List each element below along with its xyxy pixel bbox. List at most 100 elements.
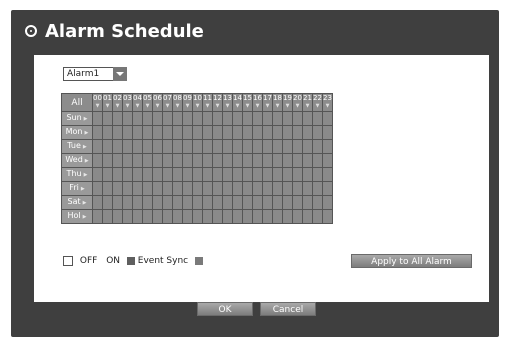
schedule-cell[interactable] [203, 126, 212, 139]
schedule-cell[interactable] [173, 154, 182, 167]
schedule-cell[interactable] [143, 168, 152, 181]
schedule-cell[interactable] [133, 112, 142, 125]
schedule-cell[interactable] [283, 210, 292, 223]
hour-header-17[interactable]: 17 ▼ [263, 94, 272, 111]
schedule-cell[interactable] [253, 154, 262, 167]
schedule-cell[interactable] [253, 168, 262, 181]
day-header[interactable]: Hol ▶ [62, 210, 92, 223]
schedule-cell[interactable] [133, 154, 142, 167]
all-button[interactable]: All [62, 94, 92, 111]
schedule-cell[interactable] [323, 112, 332, 125]
schedule-cell[interactable] [183, 126, 192, 139]
schedule-cell[interactable] [163, 126, 172, 139]
schedule-cell[interactable] [133, 168, 142, 181]
schedule-cell[interactable] [123, 140, 132, 153]
schedule-cell[interactable] [193, 210, 202, 223]
schedule-cell[interactable] [263, 168, 272, 181]
schedule-cell[interactable] [143, 182, 152, 195]
schedule-cell[interactable] [303, 112, 312, 125]
schedule-cell[interactable] [263, 126, 272, 139]
schedule-cell[interactable] [123, 168, 132, 181]
schedule-cell[interactable] [163, 168, 172, 181]
schedule-cell[interactable] [213, 210, 222, 223]
hour-header-10[interactable]: 10 ▼ [193, 94, 202, 111]
schedule-cell[interactable] [123, 182, 132, 195]
schedule-cell[interactable] [253, 112, 262, 125]
schedule-cell[interactable] [253, 140, 262, 153]
schedule-cell[interactable] [163, 210, 172, 223]
schedule-cell[interactable] [313, 140, 322, 153]
schedule-cell[interactable] [273, 154, 282, 167]
schedule-cell[interactable] [103, 168, 112, 181]
schedule-cell[interactable] [123, 210, 132, 223]
chevron-down-icon[interactable] [113, 67, 127, 81]
schedule-cell[interactable] [153, 196, 162, 209]
schedule-cell[interactable] [143, 126, 152, 139]
schedule-cell[interactable] [153, 140, 162, 153]
cancel-button[interactable]: Cancel [260, 302, 316, 316]
schedule-cell[interactable] [113, 196, 122, 209]
schedule-cell[interactable] [203, 140, 212, 153]
hour-header-18[interactable]: 18 ▼ [273, 94, 282, 111]
schedule-cell[interactable] [183, 182, 192, 195]
day-header[interactable]: Sat ▶ [62, 196, 92, 209]
schedule-cell[interactable] [313, 168, 322, 181]
hour-header-01[interactable]: 01 ▼ [103, 94, 112, 111]
schedule-cell[interactable] [303, 182, 312, 195]
schedule-cell[interactable] [193, 168, 202, 181]
schedule-cell[interactable] [283, 196, 292, 209]
schedule-cell[interactable] [313, 196, 322, 209]
hour-header-03[interactable]: 03 ▼ [123, 94, 132, 111]
hour-header-08[interactable]: 08 ▼ [173, 94, 182, 111]
day-header[interactable]: Mon ▶ [62, 126, 92, 139]
schedule-cell[interactable] [323, 168, 332, 181]
schedule-cell[interactable] [173, 168, 182, 181]
schedule-cell[interactable] [283, 126, 292, 139]
schedule-cell[interactable] [133, 182, 142, 195]
schedule-cell[interactable] [233, 154, 242, 167]
schedule-cell[interactable] [233, 140, 242, 153]
schedule-cell[interactable] [273, 112, 282, 125]
schedule-cell[interactable] [253, 182, 262, 195]
schedule-cell[interactable] [233, 126, 242, 139]
schedule-cell[interactable] [243, 210, 252, 223]
schedule-cell[interactable] [293, 168, 302, 181]
hour-header-15[interactable]: 15 ▼ [243, 94, 252, 111]
schedule-cell[interactable] [133, 126, 142, 139]
schedule-cell[interactable] [193, 126, 202, 139]
schedule-cell[interactable] [263, 182, 272, 195]
schedule-cell[interactable] [163, 196, 172, 209]
schedule-cell[interactable] [183, 112, 192, 125]
schedule-cell[interactable] [163, 182, 172, 195]
hour-header-12[interactable]: 12 ▼ [213, 94, 222, 111]
schedule-cell[interactable] [143, 154, 152, 167]
schedule-cell[interactable] [323, 154, 332, 167]
schedule-cell[interactable] [193, 154, 202, 167]
schedule-cell[interactable] [93, 112, 102, 125]
schedule-cell[interactable] [113, 182, 122, 195]
schedule-cell[interactable] [93, 210, 102, 223]
schedule-cell[interactable] [283, 182, 292, 195]
schedule-cell[interactable] [123, 126, 132, 139]
schedule-cell[interactable] [283, 154, 292, 167]
schedule-cell[interactable] [153, 168, 162, 181]
schedule-cell[interactable] [113, 126, 122, 139]
hour-header-11[interactable]: 11 ▼ [203, 94, 212, 111]
schedule-cell[interactable] [203, 154, 212, 167]
schedule-cell[interactable] [323, 126, 332, 139]
schedule-cell[interactable] [103, 126, 112, 139]
schedule-cell[interactable] [163, 154, 172, 167]
schedule-cell[interactable] [303, 140, 312, 153]
schedule-cell[interactable] [223, 182, 232, 195]
schedule-cell[interactable] [123, 112, 132, 125]
schedule-cell[interactable] [223, 112, 232, 125]
hour-header-16[interactable]: 16 ▼ [253, 94, 262, 111]
schedule-cell[interactable] [183, 196, 192, 209]
schedule-cell[interactable] [153, 112, 162, 125]
schedule-cell[interactable] [313, 182, 322, 195]
hour-header-04[interactable]: 04 ▼ [133, 94, 142, 111]
schedule-cell[interactable] [323, 210, 332, 223]
day-header[interactable]: Fri ▶ [62, 182, 92, 195]
schedule-cell[interactable] [153, 126, 162, 139]
schedule-cell[interactable] [183, 154, 192, 167]
